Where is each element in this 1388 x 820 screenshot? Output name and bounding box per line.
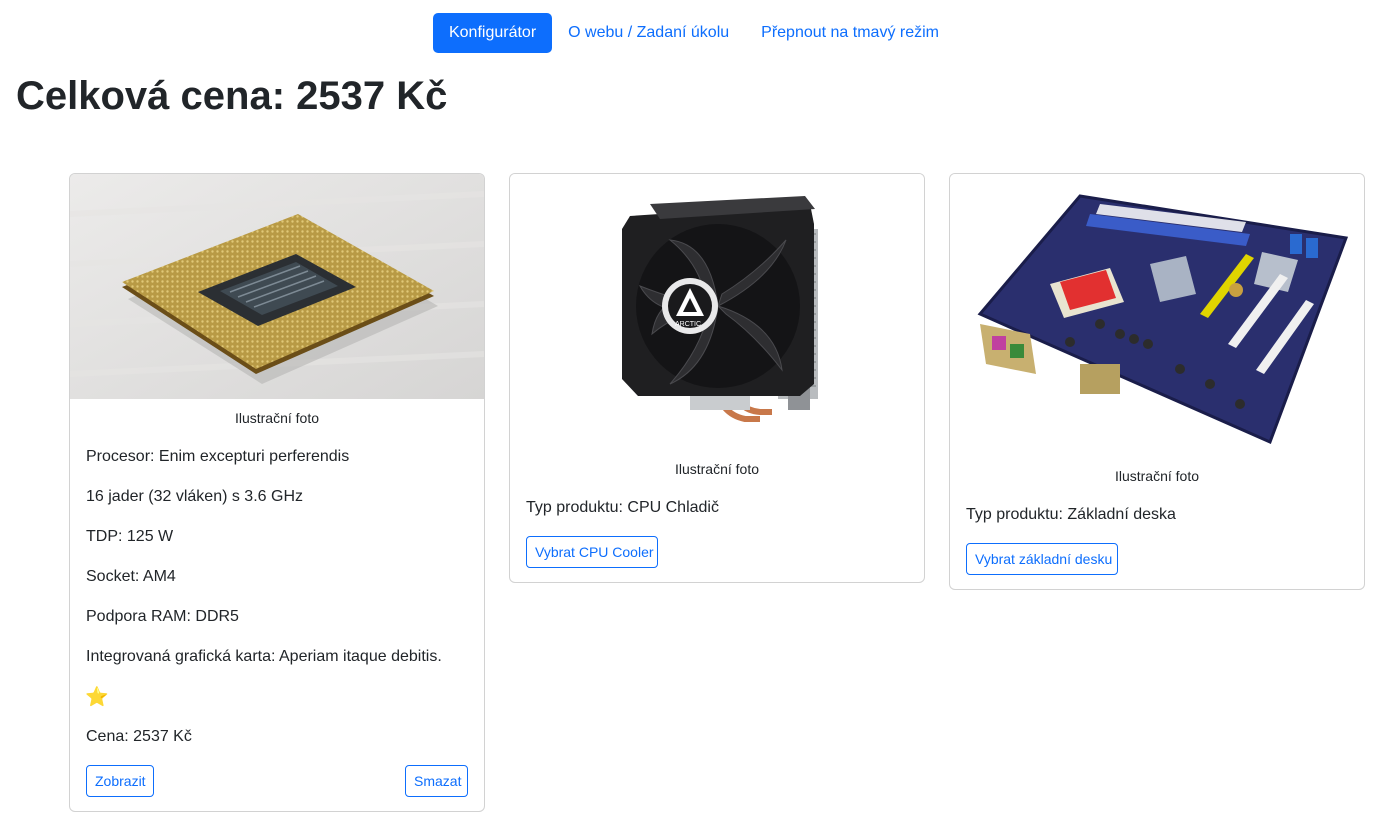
cpu-price: Cena: 2537 Kč	[86, 728, 192, 745]
nav-about[interactable]: O webu / Zadaní úkolu	[552, 13, 745, 53]
cpu-image-caption: Ilustrační foto	[234, 410, 320, 426]
motherboard-card: Ilustrační foto Typ produktu: Základní d…	[949, 173, 1365, 590]
main-nav: Konfigurátor O webu / Zadaní úkolu Přepn…	[0, 13, 1388, 53]
motherboard-image	[950, 174, 1364, 459]
cpu-ram-support: Podpora RAM: DDR5	[86, 608, 239, 625]
arctic-logo: ARCTIC	[675, 321, 701, 328]
cpu-card: Ilustrační foto Procesor: Enim excepturi…	[69, 173, 485, 812]
cpu-cooler-card: ARCTIC Ilustrační foto Typ produktu: CPU…	[509, 173, 925, 583]
select-motherboard-button[interactable]: Vybrat základní desku	[966, 543, 1118, 575]
select-cpu-cooler-button[interactable]: Vybrat CPU Cooler	[526, 536, 658, 568]
cpu-name: Procesor: Enim excepturi perferendis	[86, 448, 350, 465]
cpu-igpu: Integrovaná grafická karta: Aperiam itaq…	[86, 648, 442, 665]
cpu-image	[70, 174, 484, 399]
nav-dark-mode-toggle[interactable]: Přepnout na tmavý režim	[745, 13, 955, 53]
delete-button[interactable]: Smazat	[405, 765, 468, 797]
motherboard-product-type: Typ produktu: Základní deska	[966, 506, 1176, 523]
cpu-cooler-image: ARCTIC	[510, 174, 924, 452]
cooler-product-type: Typ produktu: CPU Chladič	[526, 499, 719, 516]
motherboard-image-caption: Ilustrační foto	[1114, 468, 1200, 484]
cpu-socket: Socket: AM4	[86, 568, 176, 585]
show-button[interactable]: Zobrazit	[86, 765, 154, 797]
cooler-image-caption: Ilustrační foto	[674, 461, 760, 477]
cpu-tdp: TDP: 125 W	[86, 528, 174, 545]
cpu-cores: 16 jader (32 vláken) s 3.6 GHz	[86, 488, 303, 505]
star-icon: ⭐	[85, 687, 109, 708]
total-price-title: Celková cena: 2537 Kč	[16, 74, 448, 118]
nav-configurator[interactable]: Konfigurátor	[432, 13, 553, 53]
